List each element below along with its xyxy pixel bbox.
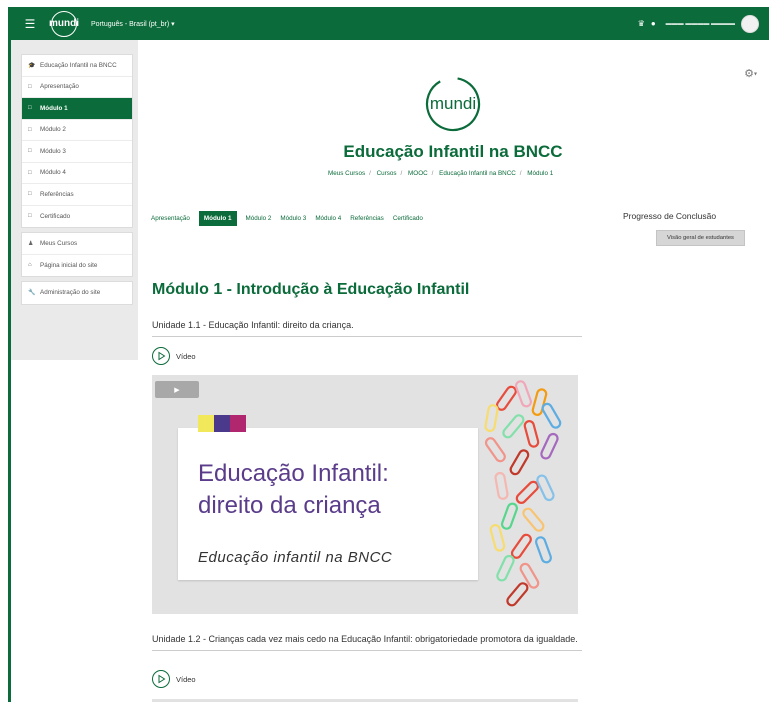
sidebar-item-label: Administração do site <box>40 289 101 297</box>
tab-modulo-4[interactable]: Módulo 4 <box>315 215 341 222</box>
folder-icon: □ <box>28 105 32 112</box>
video-title-line-1: Educação Infantil: <box>198 460 389 487</box>
paperclips-illustration <box>484 380 562 607</box>
sidebar-item-label: Meus Cursos <box>40 239 78 247</box>
sidebar-item-referencias[interactable]: □ Referências <box>22 184 132 206</box>
play-circle-icon <box>152 347 170 365</box>
students-overview-button[interactable]: Visão geral de estudantes <box>656 230 745 246</box>
tab-certificado[interactable]: Certificado <box>393 215 423 222</box>
sidebar-course-nav: 🎓 Educação Infantil na BNCC □ Apresentação… <box>21 54 133 228</box>
video-thumbnail-card: Educação Infantil: direito da criança Ed… <box>178 415 478 580</box>
language-selector[interactable]: Português - Brasil (pt_br) ▾ <box>91 20 175 28</box>
wrench-icon: 🔧 <box>28 290 36 297</box>
tab-modulo-3[interactable]: Módulo 3 <box>280 215 306 222</box>
tab-modulo-2[interactable]: Módulo 2 <box>246 215 272 222</box>
bell-icon[interactable]: ♛ <box>638 19 645 28</box>
chevron-down-icon: ▾ <box>753 71 757 78</box>
sidebar-item-apresentacao[interactable]: □ Apresentação <box>22 77 132 98</box>
tab-modulo-1[interactable]: Módulo 1 <box>198 211 237 226</box>
tab-referencias[interactable]: Referências <box>350 215 384 222</box>
site-logo[interactable]: mundi <box>49 10 79 37</box>
video-thumbnail-title: Educação Infantil: direito da criança <box>198 458 389 522</box>
breadcrumb-item[interactable]: Meus Cursos <box>328 170 365 177</box>
tab-apresentacao[interactable]: Apresentação <box>151 215 190 222</box>
sidebar-item-label: Referências <box>40 190 74 198</box>
breadcrumb-item[interactable]: Educação Infantil na BNCC <box>439 170 516 177</box>
sidebar-site-nav: ♟ Meus Cursos ⌂ Página inicial do site <box>21 232 133 277</box>
users-icon: ♟ <box>28 240 34 247</box>
video-link[interactable]: Vídeo <box>152 347 196 365</box>
sidebar-item-modulo-2[interactable]: □ Módulo 2 <box>22 120 132 141</box>
sidebar-item-label: Apresentação <box>40 83 79 91</box>
breadcrumb-item[interactable]: Cursos <box>377 170 397 177</box>
unit-title: Unidade 1.1 - Educação Infantil: direito… <box>152 320 582 337</box>
sidebar-item-certificado[interactable]: □ Certificado <box>22 206 132 228</box>
breadcrumb: Meus Cursos / Cursos / MOOC / Educação Infa… <box>328 170 554 177</box>
video-play-button[interactable]: ▶ <box>155 381 199 398</box>
decorative-squares <box>198 415 246 432</box>
video-title-line-2: direito da criança <box>198 492 381 519</box>
play-circle-icon <box>152 670 170 688</box>
main-content: ⚙▾ mundi Educação Infantil na BNCC Meus … <box>138 40 769 702</box>
sidebar-admin-nav: 🔧 Administração do site <box>21 281 133 305</box>
video-link[interactable]: Vídeo <box>152 670 196 688</box>
sidebar-item-home[interactable]: ⌂ Página inicial do site <box>22 255 132 277</box>
sidebar-item-modulo-4[interactable]: □ Módulo 4 <box>22 163 132 184</box>
user-name-blurred[interactable]: ▬▬▬ ▬▬▬▬ ▬▬▬▬ <box>666 21 735 27</box>
sidebar-item-label: Módulo 4 <box>40 169 66 177</box>
sidebar-item-meus-cursos[interactable]: ♟ Meus Cursos <box>22 233 132 255</box>
folder-icon: □ <box>28 148 32 155</box>
chat-icon[interactable]: ● <box>651 19 656 28</box>
sidebar-item-label: Certificado <box>40 212 71 220</box>
page-title: Educação Infantil na BNCC <box>343 142 563 161</box>
module-tabs: Apresentação Módulo 1 Módulo 2 Módulo 3 … <box>151 211 423 226</box>
breadcrumb-item[interactable]: Módulo 1 <box>527 170 553 177</box>
sidebar-item-label: Página inicial do site <box>40 261 98 269</box>
module-title: Módulo 1 - Introdução à Educação Infanti… <box>152 281 470 298</box>
sidebar: 🎓 Educação Infantil na BNCC □ Apresentação… <box>11 40 138 360</box>
user-area: ♛ ● ▬▬▬ ▬▬▬▬ ▬▬▬▬ <box>638 7 759 40</box>
graduation-cap-icon: 🎓 <box>28 62 36 69</box>
sidebar-item-label: Módulo 2 <box>40 126 66 134</box>
sidebar-item-label: Módulo 3 <box>40 147 66 155</box>
top-navbar: ☰ mundi Português - Brasil (pt_br) ▾ ♛ ●… <box>11 7 769 40</box>
sidebar-item-modulo-1[interactable]: □ Módulo 1 <box>22 98 132 120</box>
sidebar-item-label: Módulo 1 <box>40 104 68 112</box>
course-logo-text: mundi <box>430 94 476 113</box>
sidebar-item-admin[interactable]: 🔧 Administração do site <box>22 282 132 304</box>
home-icon: ⌂ <box>28 262 32 269</box>
video-link-label: Vídeo <box>176 351 196 361</box>
gear-icon[interactable]: ⚙▾ <box>744 67 757 80</box>
course-logo: mundi <box>425 76 481 132</box>
progress-title: Progresso de Conclusão <box>623 211 717 221</box>
folder-icon: □ <box>28 213 32 220</box>
folder-icon: □ <box>28 126 32 133</box>
video-player[interactable]: ▶ Educação Infantil: direito da criança … <box>152 375 578 614</box>
sidebar-item-modulo-3[interactable]: □ Módulo 3 <box>22 141 132 163</box>
app-frame: ☰ mundi Português - Brasil (pt_br) ▾ ♛ ●… <box>8 7 769 702</box>
folder-icon: □ <box>28 191 32 198</box>
sidebar-item-course[interactable]: 🎓 Educação Infantil na BNCC <box>22 55 132 77</box>
menu-toggle-icon[interactable]: ☰ <box>17 17 43 31</box>
video-thumbnail-subtitle: Educação infantil na BNCC <box>198 549 393 566</box>
avatar[interactable] <box>741 14 759 33</box>
video-link-label: Vídeo <box>176 674 196 684</box>
sidebar-item-label: Educação Infantil na BNCC <box>40 61 117 69</box>
breadcrumb-item[interactable]: MOOC <box>408 170 428 177</box>
unit-title: Unidade 1.2 - Crianças cada vez mais ced… <box>152 634 582 651</box>
site-logo-text: mundi <box>49 18 79 29</box>
folder-icon: □ <box>28 83 32 90</box>
folder-icon: □ <box>28 169 32 176</box>
